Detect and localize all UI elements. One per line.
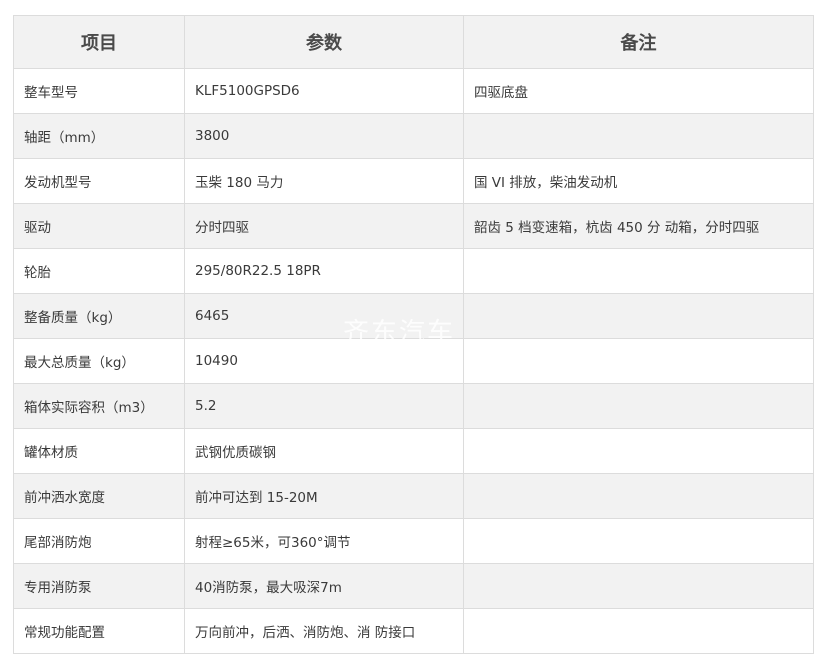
table-row: 常规功能配置 万向前冲，后洒、消防炮、消 防接口 — [13, 608, 814, 654]
cell-param: 分时四驱 — [184, 203, 464, 249]
cell-item: 专用消防泵 — [13, 563, 185, 609]
table-row: 罐体材质 武钢优质碳钢 — [13, 428, 814, 474]
table-row: 轮胎 295/80R22.5 18PR — [13, 248, 814, 294]
cell-param: 玉柴 180 马力 — [184, 158, 464, 204]
cell-item: 轴距（mm） — [13, 113, 185, 159]
cell-item: 箱体实际容积（m3） — [13, 383, 185, 429]
cell-note — [463, 518, 814, 564]
table-row: 驱动 分时四驱 韶齿 5 档变速箱，杭齿 450 分 动箱，分时四驱 — [13, 203, 814, 249]
header-row: 项目 参数 备注 — [13, 15, 814, 69]
table-row: 箱体实际容积（m3） 5.2 — [13, 383, 814, 429]
cell-item: 前冲洒水宽度 — [13, 473, 185, 519]
cell-note — [463, 113, 814, 159]
table-row: 整备质量（kg） 6465 — [13, 293, 814, 339]
cell-note — [463, 563, 814, 609]
cell-item: 常规功能配置 — [13, 608, 185, 654]
cell-note: 国 VI 排放，柴油发动机 — [463, 158, 814, 204]
table-header: 项目 参数 备注 — [13, 15, 814, 69]
table-row: 轴距（mm） 3800 — [13, 113, 814, 159]
cell-param: 295/80R22.5 18PR — [184, 248, 464, 294]
cell-param: 前冲可达到 15-20M — [184, 473, 464, 519]
cell-note — [463, 428, 814, 474]
cell-note — [463, 248, 814, 294]
cell-note: 四驱底盘 — [463, 68, 814, 114]
cell-param: 射程≥65米，可360°调节 — [184, 518, 464, 564]
cell-item: 发动机型号 — [13, 158, 185, 204]
cell-param: 40消防泵，最大吸深7m — [184, 563, 464, 609]
header-note: 备注 — [463, 15, 814, 69]
table-row: 整车型号 KLF5100GPSD6 四驱底盘 — [13, 68, 814, 114]
spec-table: 项目 参数 备注 整车型号 KLF5100GPSD6 四驱底盘 轴距（mm） 3… — [13, 15, 814, 654]
cell-note — [463, 608, 814, 654]
cell-item: 驱动 — [13, 203, 185, 249]
cell-param: 5.2 — [184, 383, 464, 429]
cell-param: 万向前冲，后洒、消防炮、消 防接口 — [184, 608, 464, 654]
cell-item: 整备质量（kg） — [13, 293, 185, 339]
table-row: 最大总质量（kg） 10490 — [13, 338, 814, 384]
cell-item: 罐体材质 — [13, 428, 185, 474]
table-row: 尾部消防炮 射程≥65米，可360°调节 — [13, 518, 814, 564]
cell-param: 3800 — [184, 113, 464, 159]
header-param: 参数 — [184, 15, 464, 69]
header-item: 项目 — [13, 15, 185, 69]
cell-param: 6465 — [184, 293, 464, 339]
cell-note: 韶齿 5 档变速箱，杭齿 450 分 动箱，分时四驱 — [463, 203, 814, 249]
cell-note — [463, 473, 814, 519]
cell-param: 10490 — [184, 338, 464, 384]
cell-param: KLF5100GPSD6 — [184, 68, 464, 114]
table-row: 发动机型号 玉柴 180 马力 国 VI 排放，柴油发动机 — [13, 158, 814, 204]
table-row: 专用消防泵 40消防泵，最大吸深7m — [13, 563, 814, 609]
cell-note — [463, 338, 814, 384]
cell-item: 尾部消防炮 — [13, 518, 185, 564]
cell-item: 整车型号 — [13, 68, 185, 114]
cell-note — [463, 293, 814, 339]
table-body: 整车型号 KLF5100GPSD6 四驱底盘 轴距（mm） 3800 发动机型号… — [13, 68, 814, 654]
table-row: 前冲洒水宽度 前冲可达到 15-20M — [13, 473, 814, 519]
cell-param: 武钢优质碳钢 — [184, 428, 464, 474]
cell-note — [463, 383, 814, 429]
cell-item: 轮胎 — [13, 248, 185, 294]
cell-item: 最大总质量（kg） — [13, 338, 185, 384]
